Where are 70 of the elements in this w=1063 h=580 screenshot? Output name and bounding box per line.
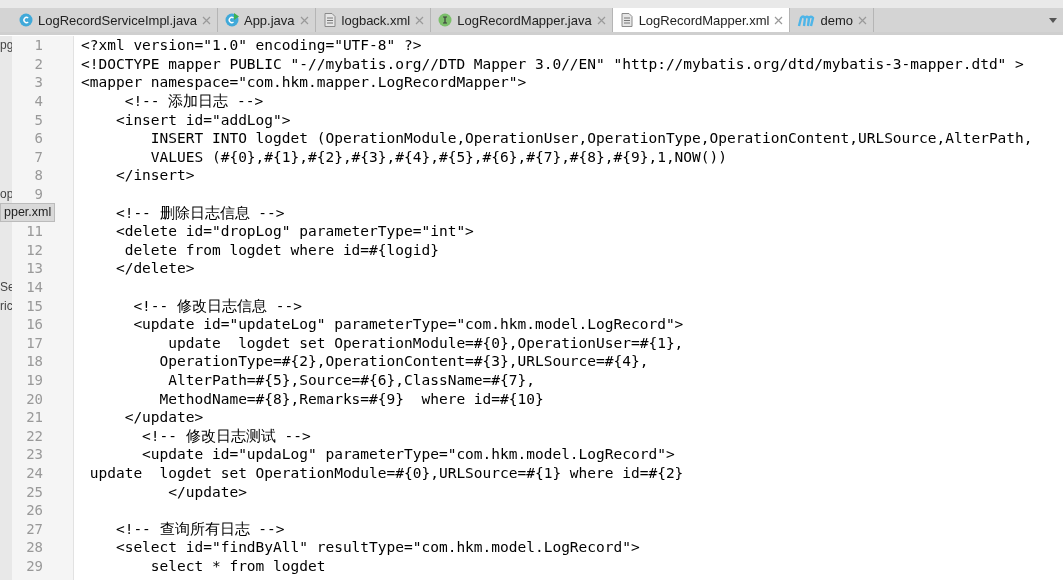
code-line: OperationType=#{2},OperationContent=#{3},URLSource=#{4}, bbox=[158, 352, 649, 371]
line-number: 19 bbox=[25, 371, 43, 389]
line-number: 14 bbox=[25, 278, 43, 296]
line-number: 4 bbox=[33, 92, 43, 111]
line-number: 1 bbox=[33, 36, 43, 55]
line-number: 5 bbox=[33, 110, 43, 129]
interface-icon bbox=[438, 13, 453, 27]
line-number: 13 bbox=[25, 259, 43, 278]
code-line: <select id="findByAll" resultType="com.hkm.model.LogRecord"> bbox=[114, 538, 640, 557]
line-number: 21 bbox=[25, 408, 43, 427]
code-line: </delete> bbox=[114, 259, 195, 278]
dropdown-caret-icon[interactable] bbox=[1049, 17, 1057, 23]
line-number: 25 bbox=[25, 482, 43, 501]
code-line: update logdet set OperationModule=#{0},URLSource=#{1} where id=#{2} bbox=[88, 463, 684, 482]
line-number: 15 bbox=[25, 296, 43, 315]
tooltip: pper.xml bbox=[0, 203, 56, 223]
code-line: <!-- 删除日志信息 --> bbox=[114, 203, 285, 222]
maven-icon bbox=[797, 13, 816, 27]
code-line: <!-- 查询所有日志 --> bbox=[114, 519, 285, 538]
line-number: 24 bbox=[25, 463, 43, 482]
line-number: 9 bbox=[33, 185, 43, 204]
close-icon[interactable] bbox=[299, 15, 309, 25]
line-number: 23 bbox=[25, 445, 43, 464]
code-line: <!-- 修改日志测试 --> bbox=[141, 426, 311, 445]
code-line: <mapper namespace="com.hkm.mapper.LogRecordMapper"> bbox=[81, 73, 527, 92]
class-run-icon bbox=[224, 13, 239, 27]
file-icon bbox=[619, 13, 634, 27]
code-line: <!-- 修改日志信息 --> bbox=[132, 296, 302, 315]
line-number: 11 bbox=[25, 222, 43, 241]
line-number: 17 bbox=[25, 333, 43, 352]
close-icon[interactable] bbox=[596, 15, 606, 25]
code-line: </update> bbox=[167, 482, 247, 501]
line-number: 2 bbox=[33, 54, 43, 73]
code-line: AlterPath=#{5},Source=#{6},ClassName=#{7}, bbox=[167, 371, 535, 389]
code-line: <!-- 添加日志 --> bbox=[123, 92, 264, 111]
code-line: INSERT INTO logdet (OperationModule,OperationUser,OperationType,OperationContent,URLSource,AlterPath, bbox=[149, 129, 1033, 148]
code-line: MethodName=#{8},Remarks=#{9} where id=#{10} bbox=[158, 389, 544, 408]
editor-tab[interactable]: LogRecordMapper.xml bbox=[612, 8, 791, 32]
line-number: 3 bbox=[33, 73, 43, 92]
close-icon[interactable] bbox=[415, 15, 425, 25]
line-number: 8 bbox=[33, 166, 43, 185]
line-number: 28 bbox=[25, 538, 43, 557]
class-icon bbox=[19, 13, 33, 27]
code-line: <delete id="dropLog" parameterType="int"> bbox=[114, 222, 474, 241]
code-line: delete from logdet where id=#{logid} bbox=[123, 240, 439, 259]
code-line: select * from logdet bbox=[149, 556, 326, 575]
line-number: 6 bbox=[33, 129, 43, 148]
code-line: <update id="updaLog" parameterType="com.hkm.model.LogRecord"> bbox=[141, 445, 675, 464]
close-icon[interactable] bbox=[774, 15, 784, 25]
line-number: 16 bbox=[25, 315, 43, 334]
code-line: VALUES (#{0},#{1},#{2},#{3},#{4},#{5},#{6},#{7},#{8},#{9},1,NOW()) bbox=[149, 147, 727, 166]
line-number: 18 bbox=[25, 352, 43, 371]
code-line: update logdet set OperationModule=#{0},OperationUser=#{1}, bbox=[167, 333, 684, 352]
line-number: 27 bbox=[25, 519, 43, 538]
line-number: 29 bbox=[25, 556, 43, 575]
close-icon[interactable] bbox=[857, 15, 867, 25]
code-line: </update> bbox=[123, 408, 204, 427]
panel-text-fragment: ric bbox=[0, 297, 13, 315]
line-number: 12 bbox=[25, 240, 43, 259]
line-number: 7 bbox=[33, 147, 43, 166]
code-line: <?xml version="1.0" encoding="UTF-8" ?> bbox=[81, 36, 422, 55]
close-icon[interactable] bbox=[201, 15, 211, 25]
code-line: <update id="updateLog" parameterType="com.hkm.model.LogRecord"> bbox=[132, 315, 684, 334]
code-line: <insert id="addLog"> bbox=[114, 110, 291, 129]
line-number: 26 bbox=[25, 501, 43, 520]
line-number: 22 bbox=[25, 426, 43, 445]
file-icon bbox=[322, 13, 337, 27]
line-number: 20 bbox=[25, 389, 43, 408]
code-line: </insert> bbox=[114, 166, 195, 185]
code-line: <!DOCTYPE mapper PUBLIC "-//mybatis.org//DTD Mapper 3.0//EN" "http://mybatis.org/dtd/mybatis-3-mapper.dtd" > bbox=[81, 54, 1024, 73]
